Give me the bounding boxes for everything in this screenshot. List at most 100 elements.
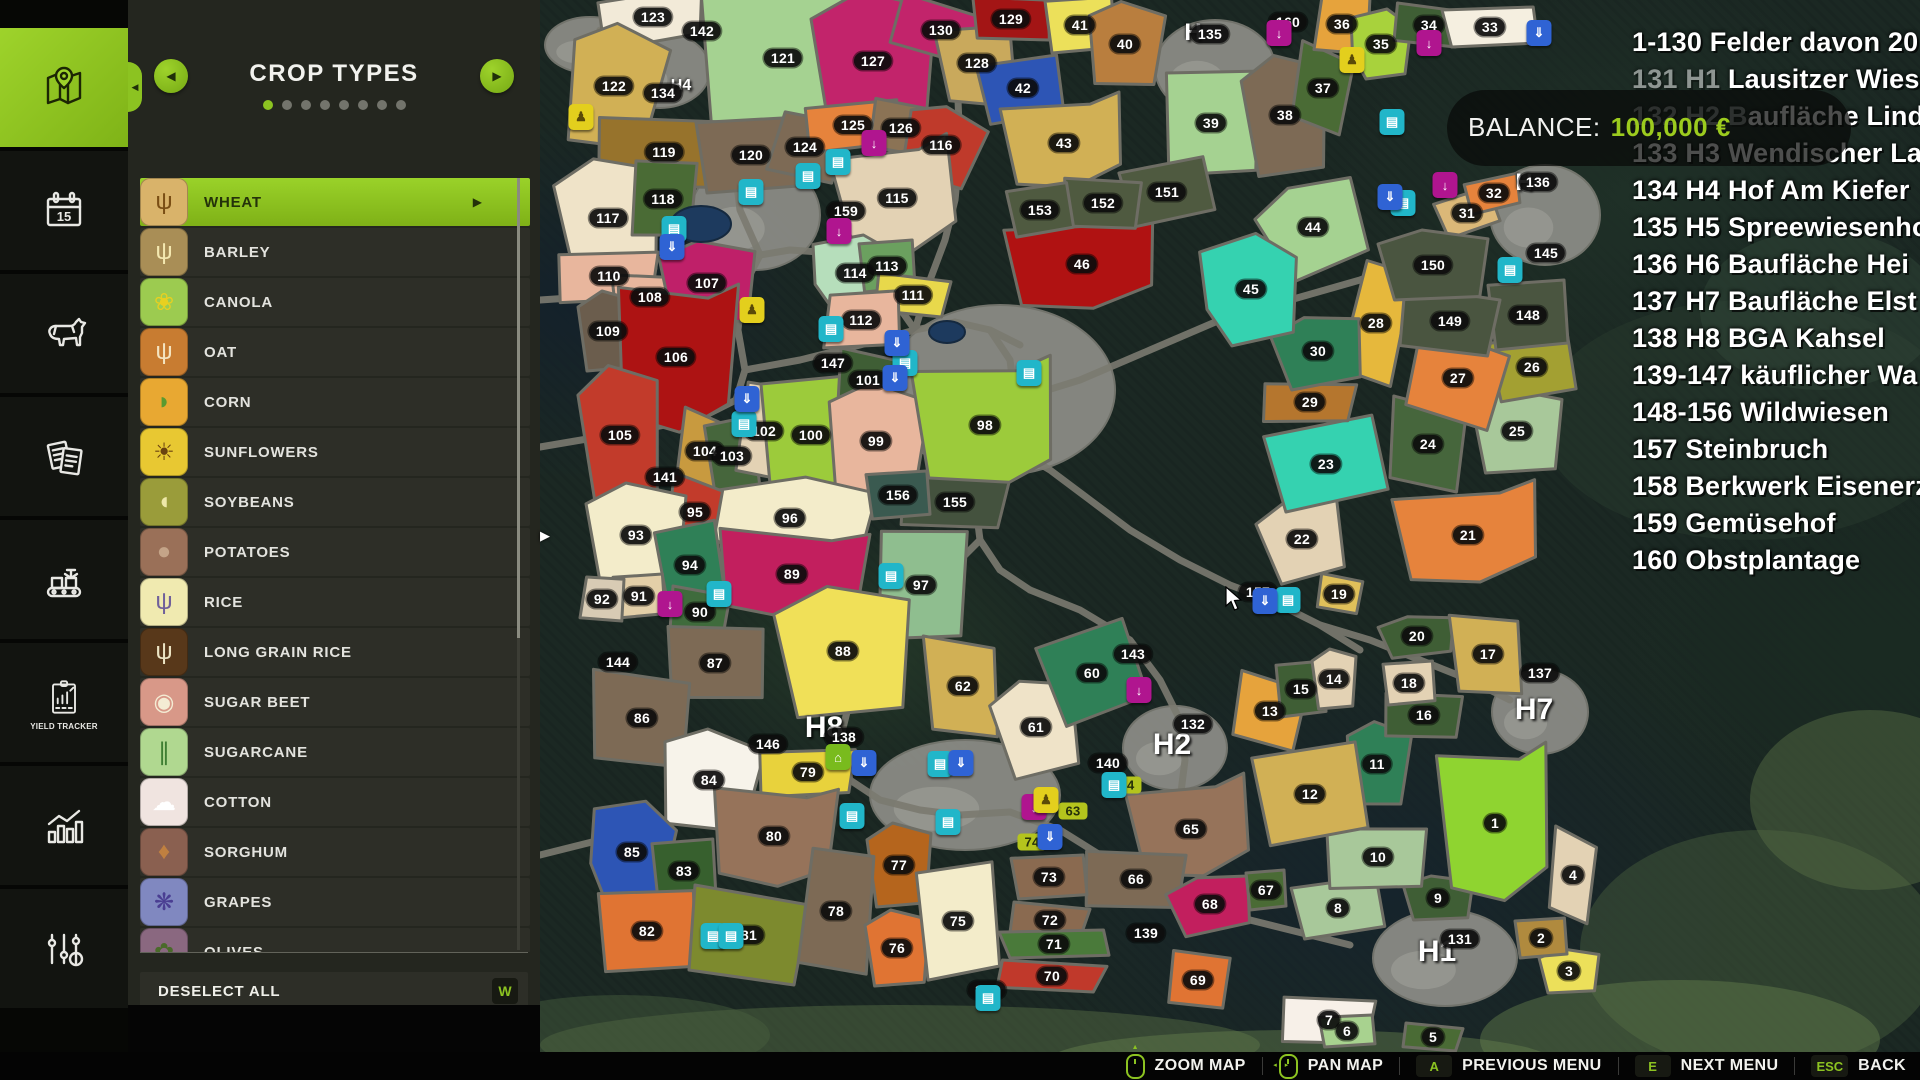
next-page-button[interactable]: ▶ bbox=[480, 59, 514, 93]
factory-icon[interactable]: ▤ bbox=[719, 923, 744, 949]
crop-row-oat[interactable]: ψOAT bbox=[140, 328, 530, 376]
panel-collapse-arrow[interactable]: ▶ bbox=[540, 528, 550, 544]
sidebar-item-production[interactable] bbox=[0, 520, 128, 639]
page-dot-1 bbox=[263, 100, 273, 110]
field-number-badge: 18 bbox=[1394, 674, 1424, 692]
factory-icon[interactable]: ▤ bbox=[879, 563, 904, 589]
crop-label: SOYBEANS bbox=[204, 494, 295, 511]
crop-row-cotton[interactable]: ☁COTTON bbox=[140, 778, 530, 826]
sidebar-item-animals[interactable] bbox=[0, 274, 128, 393]
silo-icon[interactable]: ↓ bbox=[1267, 20, 1292, 46]
sell-icon[interactable]: ⇓ bbox=[1253, 588, 1278, 614]
field-number-badge: 82 bbox=[632, 922, 662, 940]
crop-row-grapes[interactable]: ❋GRAPES bbox=[140, 878, 530, 926]
crop-list-scrollbar[interactable] bbox=[517, 178, 520, 950]
crop-row-wheat[interactable]: ψWHEAT▶ bbox=[140, 178, 530, 226]
prev-page-button[interactable]: ◀ bbox=[154, 59, 188, 93]
field-legend-line: 160 Obstplantage bbox=[1632, 542, 1920, 579]
hud-divider bbox=[1794, 1057, 1795, 1075]
mouse-zoom-icon bbox=[1126, 1054, 1145, 1079]
crop-row-potatoes[interactable]: ●POTATOES bbox=[140, 528, 530, 576]
sell-icon[interactable]: ⇓ bbox=[735, 386, 760, 412]
field-number-badge: 71 bbox=[1039, 935, 1069, 953]
silo-icon[interactable]: ↓ bbox=[862, 130, 887, 156]
factory-icon[interactable]: ▤ bbox=[796, 163, 821, 189]
factory-icon[interactable]: ▤ bbox=[826, 149, 851, 175]
field-number-badge: 155 bbox=[936, 493, 974, 511]
sidebar-item-calendar[interactable]: 15 bbox=[0, 151, 128, 270]
hud-action-back[interactable]: ESCBACK bbox=[1811, 1055, 1906, 1077]
crop-icon-sunflowers: ☀ bbox=[140, 428, 188, 476]
crop-row-sorghum[interactable]: ♦SORGHUM bbox=[140, 828, 530, 876]
sidebar-item-contracts[interactable] bbox=[0, 397, 128, 516]
hud-bottom-bar: ZOOM MAP PAN MAP APREVIOUS MENU ENEXT MENU E… bbox=[0, 1052, 1920, 1080]
factory-icon[interactable]: ▤ bbox=[1276, 587, 1301, 613]
field-number-badge: 6 bbox=[1336, 1022, 1358, 1040]
field-number-badge: 136 bbox=[1519, 173, 1557, 191]
sidebar-item-map[interactable] bbox=[0, 28, 128, 147]
person-icon[interactable]: ♟ bbox=[1340, 47, 1365, 73]
sidebar-item-yield-tracker[interactable]: YIELD TRACKER bbox=[0, 643, 128, 762]
silo-icon[interactable]: ↓ bbox=[1433, 172, 1458, 198]
crop-icon-corn: ◗ bbox=[140, 378, 188, 426]
sell-icon[interactable]: ⇓ bbox=[1038, 824, 1063, 850]
sidebar-item-settings[interactable] bbox=[0, 889, 128, 1008]
crop-row-sunflowers[interactable]: ☀SUNFLOWERS bbox=[140, 428, 530, 476]
factory-icon[interactable]: ▤ bbox=[936, 809, 961, 835]
sell-icon[interactable]: ⇓ bbox=[1527, 20, 1552, 46]
factory-icon[interactable]: ▤ bbox=[739, 179, 764, 205]
factory-icon[interactable]: ▤ bbox=[732, 411, 757, 437]
crop-row-corn[interactable]: ◗ CORN bbox=[140, 378, 530, 426]
crop-row-olives[interactable]: ✿OLIVES bbox=[140, 928, 530, 952]
crop-row-long-grain-rice[interactable]: ψLONG GRAIN RICE bbox=[140, 628, 530, 676]
crop-row-sugar-beet[interactable]: ◉SUGAR BEET bbox=[140, 678, 530, 726]
sell-icon[interactable]: ⇓ bbox=[852, 750, 877, 776]
crop-row-canola[interactable]: ❀CANOLA bbox=[140, 278, 530, 326]
crop-row-soybeans[interactable]: ◖SOYBEANS bbox=[140, 478, 530, 526]
silo-icon[interactable]: ↓ bbox=[1127, 677, 1152, 703]
sell-icon[interactable]: ⇓ bbox=[949, 750, 974, 776]
field-number-badge: 94 bbox=[675, 556, 705, 574]
factory-icon[interactable]: ▤ bbox=[1017, 360, 1042, 386]
hud-action-next-menu[interactable]: ENEXT MENU bbox=[1635, 1055, 1779, 1077]
sell-icon[interactable]: ⇓ bbox=[660, 234, 685, 260]
silo-icon[interactable]: ↓ bbox=[827, 218, 852, 244]
hud-action-label: NEXT MENU bbox=[1681, 1057, 1779, 1075]
person-icon[interactable]: ♟ bbox=[740, 297, 765, 323]
factory-icon[interactable]: ▤ bbox=[1102, 772, 1127, 798]
silo-icon[interactable]: ↓ bbox=[658, 591, 683, 617]
sidebar-active-tab-arrow[interactable]: ◀ bbox=[128, 62, 142, 112]
factory-icon[interactable]: ▤ bbox=[976, 985, 1001, 1011]
hud-action-previous-menu[interactable]: APREVIOUS MENU bbox=[1416, 1055, 1601, 1077]
sell-icon[interactable]: ⇓ bbox=[885, 330, 910, 356]
field-number-badge: 142 bbox=[683, 22, 721, 40]
sell-icon[interactable]: ⇓ bbox=[1378, 184, 1403, 210]
person-icon[interactable]: ♟ bbox=[569, 104, 594, 130]
person-icon[interactable]: ♟ bbox=[1034, 787, 1059, 813]
hud-action-zoom-map[interactable]: ZOOM MAP bbox=[1126, 1054, 1246, 1079]
crop-row-sugarcane[interactable]: ∥SUGARCANE bbox=[140, 728, 530, 776]
sell-icon[interactable]: ⇓ bbox=[883, 365, 908, 391]
factory-icon[interactable]: ▤ bbox=[707, 581, 732, 607]
sidebar-item-statistics[interactable] bbox=[0, 766, 128, 885]
page-dot-2 bbox=[282, 100, 292, 110]
factory-icon[interactable]: ▤ bbox=[819, 316, 844, 342]
crop-row-barley[interactable]: ψBARLEY bbox=[140, 228, 530, 276]
contracts-icon bbox=[36, 429, 92, 485]
field-number-badge: 31 bbox=[1452, 204, 1482, 222]
factory-icon[interactable]: ▤ bbox=[1380, 109, 1405, 135]
field-number-badge: 17 bbox=[1473, 645, 1503, 663]
field-number-badge: 70 bbox=[1037, 967, 1067, 985]
field-number-badge: 14 bbox=[1319, 670, 1349, 688]
factory-icon[interactable]: ▤ bbox=[1498, 257, 1523, 283]
home-icon[interactable]: ⌂ bbox=[826, 744, 851, 770]
crop-label: CORN bbox=[204, 394, 251, 411]
factory-icon[interactable]: ▤ bbox=[840, 803, 865, 829]
farm-marker-H7: H7 bbox=[1515, 693, 1553, 727]
silo-icon[interactable]: ↓ bbox=[1417, 30, 1442, 56]
field-number-badge: 78 bbox=[821, 902, 851, 920]
field-number-badge: 122 bbox=[595, 77, 633, 95]
hud-action-pan-map[interactable]: PAN MAP bbox=[1279, 1054, 1383, 1079]
field-number-badge: 93 bbox=[621, 526, 651, 544]
crop-row-rice[interactable]: ψRICE bbox=[140, 578, 530, 626]
